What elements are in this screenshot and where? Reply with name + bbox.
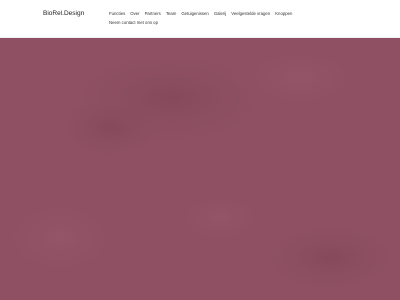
nav-item-veelgestelde-vragen[interactable]: Veelgestelde vragen [231,11,270,16]
nav-item-partners[interactable]: Partners [145,11,161,16]
hero-background-texture [0,43,400,298]
nav-item-over[interactable]: Over [130,11,139,16]
nav-item-team[interactable]: Team [166,11,177,16]
nav-item-getuigenissen[interactable]: Getuigenissen [181,11,208,16]
hero-section [0,38,400,300]
site-logo[interactable]: BioRel.Design [43,10,84,17]
site-header: BioRel.Design Functies Over Partners Tea… [0,0,400,38]
nav-item-galerij[interactable]: Galerij [214,11,226,16]
nav-item-functies[interactable]: Functies [109,11,125,16]
nav-item-contact[interactable]: Neem contact met ons op [109,20,158,25]
main-nav: Functies Over Partners Team Getuigenisse… [109,11,339,25]
nav-item-knoppen[interactable]: Knoppen [275,11,292,16]
